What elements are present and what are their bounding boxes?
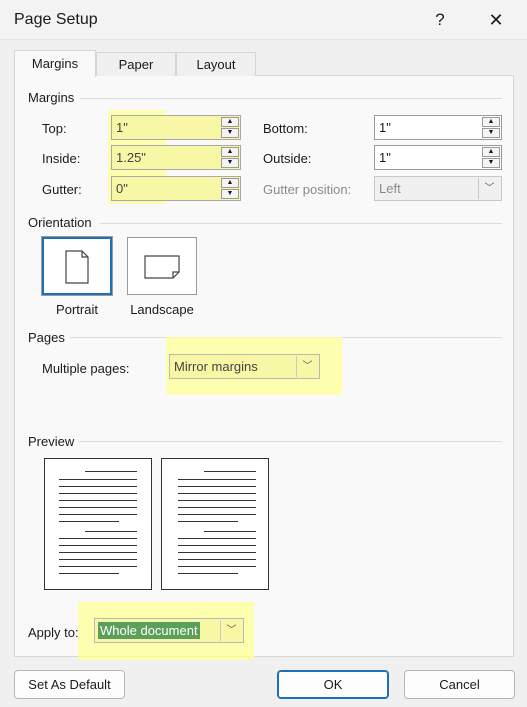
gutter-label: Gutter:	[42, 182, 82, 197]
top-label: Top:	[42, 121, 67, 136]
preview-text-line	[85, 531, 137, 532]
inside-spinner[interactable]: 1.25" ▲ ▼	[111, 145, 241, 170]
preview-text-line	[59, 507, 137, 508]
bottom-value: 1"	[379, 120, 391, 135]
landscape-label: Landscape	[130, 302, 194, 317]
inside-up-button[interactable]: ▲	[221, 147, 239, 157]
preview-text-line	[59, 538, 137, 539]
outside-label: Outside:	[263, 151, 312, 166]
multiple-pages-label: Multiple pages:	[42, 361, 130, 376]
landscape-page-icon	[144, 255, 180, 279]
top-value: 1"	[116, 120, 128, 135]
set-as-default-button[interactable]: Set As Default	[14, 670, 125, 699]
preview-text-line	[178, 500, 256, 501]
preview-text-line	[178, 493, 256, 494]
preview-text-line	[59, 545, 137, 546]
outside-up-button[interactable]: ▲	[482, 147, 500, 157]
top-up-button[interactable]: ▲	[221, 117, 239, 127]
margins-divider	[80, 98, 502, 99]
outside-value: 1"	[379, 150, 391, 165]
orientation-divider	[100, 223, 502, 224]
preview-text-line	[178, 538, 256, 539]
preview-text-line	[59, 573, 119, 574]
gutter-value: 0"	[116, 181, 128, 196]
preview-text-line	[59, 566, 137, 567]
ok-button[interactable]: OK	[277, 670, 389, 699]
preview-text-line	[59, 514, 137, 515]
bottom-label: Bottom:	[263, 121, 308, 136]
preview-text-line	[59, 559, 137, 560]
gutter-position-label: Gutter position:	[263, 182, 352, 197]
preview-text-line	[59, 521, 119, 522]
window-title: Page Setup	[14, 11, 98, 28]
apply-to-select[interactable]: Whole document ﹀	[94, 618, 244, 643]
orientation-section-label: Orientation	[28, 215, 92, 230]
preview-text-line	[178, 521, 238, 522]
gutter-spinner[interactable]: 0" ▲ ▼	[111, 176, 241, 201]
preview-text-line	[178, 479, 256, 480]
preview-left-page	[44, 458, 152, 590]
inside-value: 1.25"	[116, 150, 146, 165]
tab-layout[interactable]: Layout	[176, 52, 256, 76]
preview-text-line	[178, 573, 238, 574]
outside-spinner[interactable]: 1" ▲ ▼	[374, 145, 502, 170]
gutter-position-value: Left	[379, 181, 401, 196]
pages-section-label: Pages	[28, 330, 65, 345]
title-bar: Page Setup ? ✕	[0, 0, 527, 40]
preview-text-line	[85, 471, 137, 472]
portrait-option[interactable]	[41, 236, 113, 296]
preview-text-line	[204, 471, 256, 472]
preview-divider	[78, 441, 502, 442]
inside-down-button[interactable]: ▼	[221, 158, 239, 168]
inside-label: Inside:	[42, 151, 81, 166]
margins-section-label: Margins	[28, 90, 75, 105]
gutter-down-button[interactable]: ▼	[221, 189, 239, 199]
multiple-pages-value: Mirror margins	[174, 359, 258, 374]
top-spinner[interactable]: 1" ▲ ▼	[111, 115, 241, 140]
preview-text-line	[178, 566, 256, 567]
preview-section-label: Preview	[28, 434, 75, 449]
help-button[interactable]: ?	[428, 8, 452, 32]
landscape-option[interactable]	[127, 237, 197, 295]
portrait-page-icon	[65, 250, 89, 284]
bottom-spinner[interactable]: 1" ▲ ▼	[374, 115, 502, 140]
preview-text-line	[178, 486, 256, 487]
multiple-pages-select[interactable]: Mirror margins ﹀	[169, 354, 320, 379]
preview-text-line	[59, 479, 137, 480]
chevron-down-icon: ﹀	[296, 356, 318, 377]
close-button[interactable]: ✕	[484, 8, 508, 32]
tab-paper[interactable]: Paper	[96, 52, 176, 76]
preview-text-line	[178, 559, 256, 560]
portrait-label: Portrait	[56, 302, 98, 317]
bottom-up-button[interactable]: ▲	[482, 117, 500, 127]
tab-margins[interactable]: Margins	[14, 50, 96, 77]
preview-text-line	[178, 507, 256, 508]
chevron-down-icon: ﹀	[478, 178, 500, 199]
gutter-up-button[interactable]: ▲	[221, 178, 239, 188]
cancel-button[interactable]: Cancel	[404, 670, 515, 699]
apply-to-label: Apply to:	[28, 625, 79, 640]
top-down-button[interactable]: ▼	[221, 128, 239, 138]
chevron-down-icon: ﹀	[220, 620, 242, 641]
bottom-down-button[interactable]: ▼	[482, 128, 500, 138]
preview-text-line	[59, 552, 137, 553]
gutter-position-select[interactable]: Left ﹀	[374, 176, 502, 201]
preview-right-page	[161, 458, 269, 590]
apply-to-value: Whole document	[98, 622, 200, 639]
preview-text-line	[59, 500, 137, 501]
preview-text-line	[204, 531, 256, 532]
preview-text-line	[59, 493, 137, 494]
preview-text-line	[178, 552, 256, 553]
preview-text-line	[178, 545, 256, 546]
outside-down-button[interactable]: ▼	[482, 158, 500, 168]
preview-text-line	[59, 486, 137, 487]
preview-text-line	[178, 514, 256, 515]
